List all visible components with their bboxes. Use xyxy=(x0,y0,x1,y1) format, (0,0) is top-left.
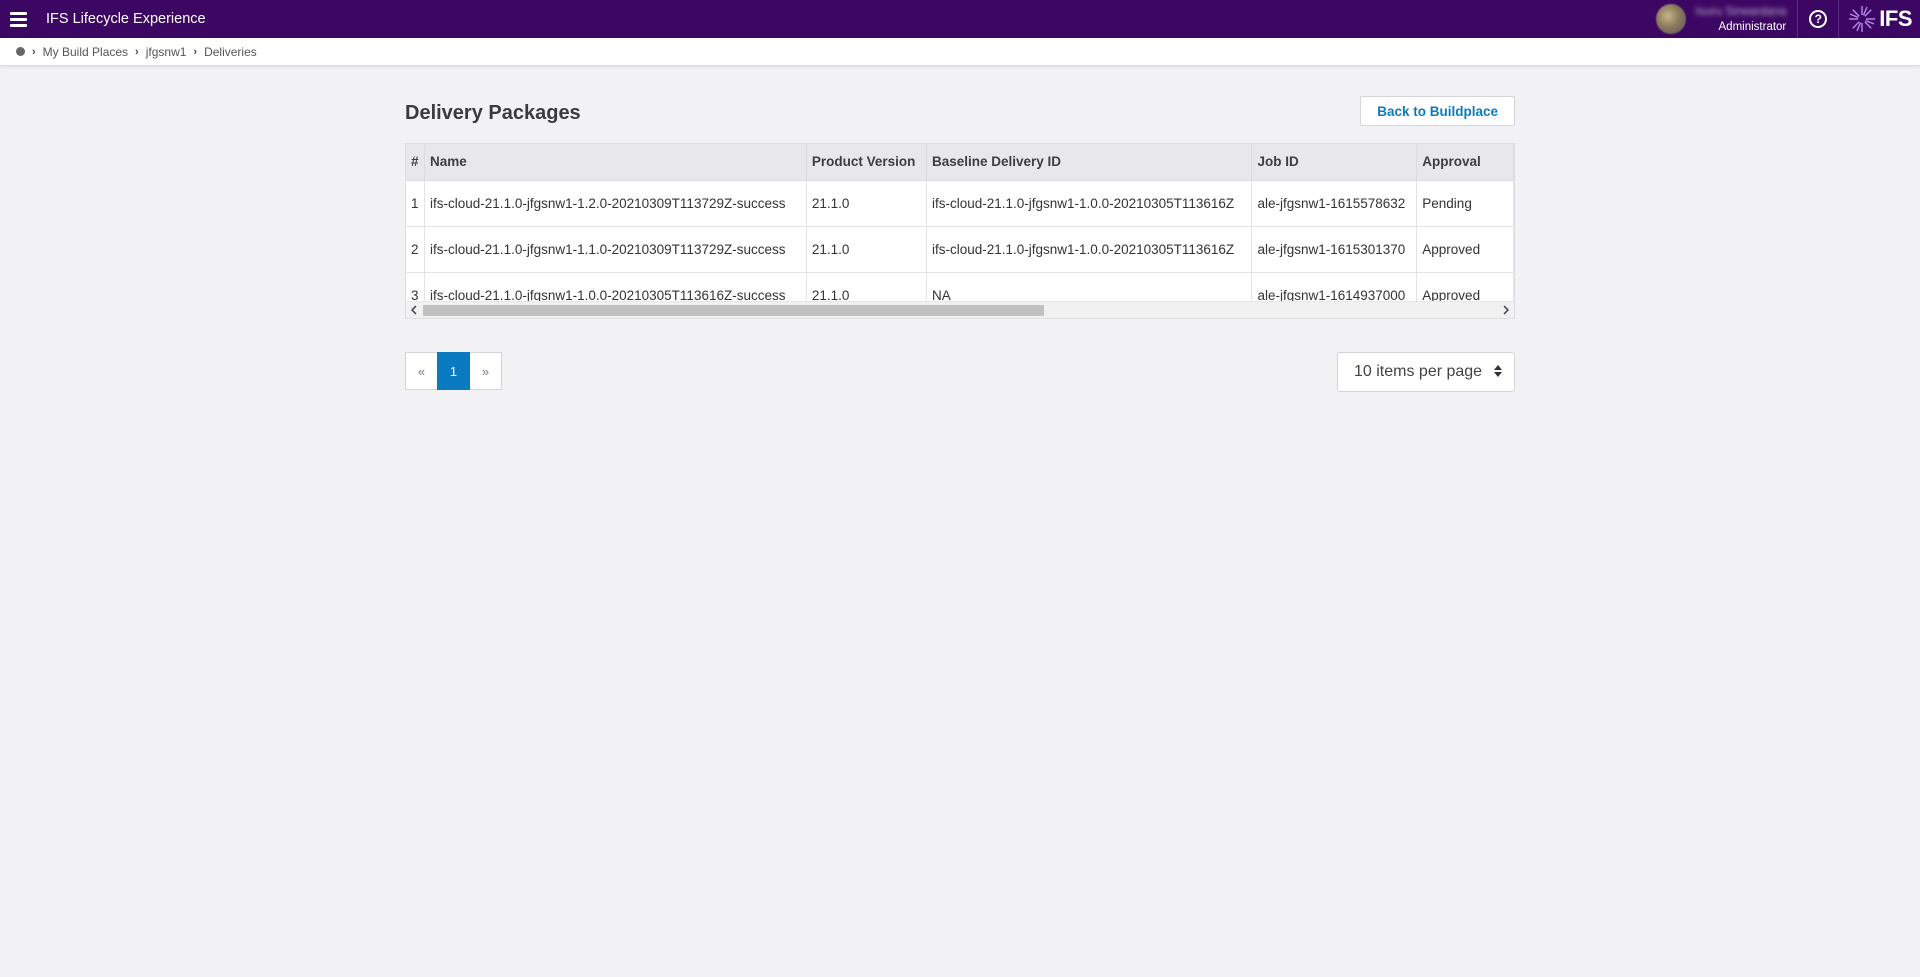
cell-number: 1 xyxy=(406,180,426,227)
page-title: Delivery Packages xyxy=(405,102,581,124)
scrollbar-thumb[interactable] xyxy=(423,305,1044,316)
column-header-baseline-delivery-id[interactable]: Baseline Delivery ID xyxy=(926,144,1253,181)
breadcrumb-deliveries: Deliveries xyxy=(204,44,257,59)
cell-number: 2 xyxy=(406,226,426,273)
cell-name: ifs-cloud-21.1.0-jfgsnw1-1.2.0-20210309T… xyxy=(424,180,807,227)
cell-baseline-delivery-id: ifs-cloud-21.1.0-jfgsnw1-1.0.0-20210305T… xyxy=(926,226,1253,273)
user-role: Administrator xyxy=(1718,21,1787,33)
breadcrumb-my-build-places[interactable]: My Build Places xyxy=(43,45,128,59)
cell-approval: Pending xyxy=(1416,180,1514,227)
column-header-job-id[interactable]: Job ID xyxy=(1251,144,1418,181)
cell-product-version: 21.1.0 xyxy=(806,226,927,273)
user-name: Isuru Sirwardana xyxy=(1695,4,1787,18)
items-per-page-select[interactable]: 10 items per page xyxy=(1337,352,1515,392)
column-header-name[interactable]: Name xyxy=(424,144,807,181)
horizontal-scrollbar[interactable] xyxy=(406,301,1514,318)
scroll-left-icon[interactable] xyxy=(406,302,422,318)
help-button[interactable]: ? xyxy=(1798,0,1838,38)
cell-approval: Approved xyxy=(1416,226,1514,273)
column-header-approval[interactable]: Approval xyxy=(1416,144,1514,181)
top-bar-right: Isuru Sirwardana Administrator ? IFS xyxy=(1655,0,1920,38)
cell-name: ifs-cloud-21.1.0-jfgsnw1-1.1.0-20210309T… xyxy=(424,226,807,273)
back-to-buildplace-button[interactable]: Back to Buildplace xyxy=(1360,96,1515,126)
table-row[interactable]: 2 ifs-cloud-21.1.0-jfgsnw1-1.1.0-2021030… xyxy=(406,226,1514,273)
items-per-page-value: 10 items per page xyxy=(1354,363,1483,380)
pagination: « 1 » xyxy=(405,352,502,390)
chevron-right-icon: › xyxy=(135,45,139,58)
pagination-next-button[interactable]: » xyxy=(469,352,502,390)
divider xyxy=(1838,0,1840,38)
cell-baseline-delivery-id: ifs-cloud-21.1.0-jfgsnw1-1.0.0-20210305T… xyxy=(926,180,1253,227)
breadcrumb: › My Build Places › jfgsnw1 › Deliveries xyxy=(0,38,1920,66)
table-row[interactable]: 1 ifs-cloud-21.1.0-jfgsnw1-1.2.0-2021030… xyxy=(406,180,1514,227)
table-header-row: # Name Product Version Baseline Delivery… xyxy=(406,144,1514,181)
pagination-page-button[interactable]: 1 xyxy=(437,352,470,390)
menu-icon[interactable] xyxy=(10,11,27,27)
avatar[interactable] xyxy=(1655,4,1686,34)
user-menu[interactable]: Isuru Sirwardana Administrator xyxy=(1696,4,1787,34)
cell-job-id: ale-jfgsnw1-1615578632 xyxy=(1251,180,1418,227)
cell-product-version: 21.1.0 xyxy=(806,180,927,227)
app-title: IFS Lifecycle Experience xyxy=(46,11,206,27)
column-header-number[interactable]: # xyxy=(406,144,426,181)
help-icon: ? xyxy=(1809,10,1828,28)
chevron-right-icon: › xyxy=(32,45,36,58)
cell-job-id: ale-jfgsnw1-1615301370 xyxy=(1251,226,1418,273)
top-bar: IFS Lifecycle Experience Isuru Sirwardan… xyxy=(0,0,1920,38)
home-icon[interactable] xyxy=(16,47,25,56)
select-arrows-icon xyxy=(1494,365,1502,377)
ifs-logo-icon xyxy=(1849,6,1876,32)
pagination-prev-button[interactable]: « xyxy=(405,352,438,390)
breadcrumb-buildplace[interactable]: jfgsnw1 xyxy=(146,45,187,59)
chevron-right-icon: › xyxy=(193,45,198,58)
delivery-packages-table: # Name Product Version Baseline Delivery… xyxy=(405,143,1515,319)
ifs-logo: IFS xyxy=(1847,4,1912,34)
scroll-right-icon[interactable] xyxy=(1498,302,1514,318)
logo-text: IFS xyxy=(1879,6,1912,31)
column-header-product-version[interactable]: Product Version xyxy=(806,144,927,181)
